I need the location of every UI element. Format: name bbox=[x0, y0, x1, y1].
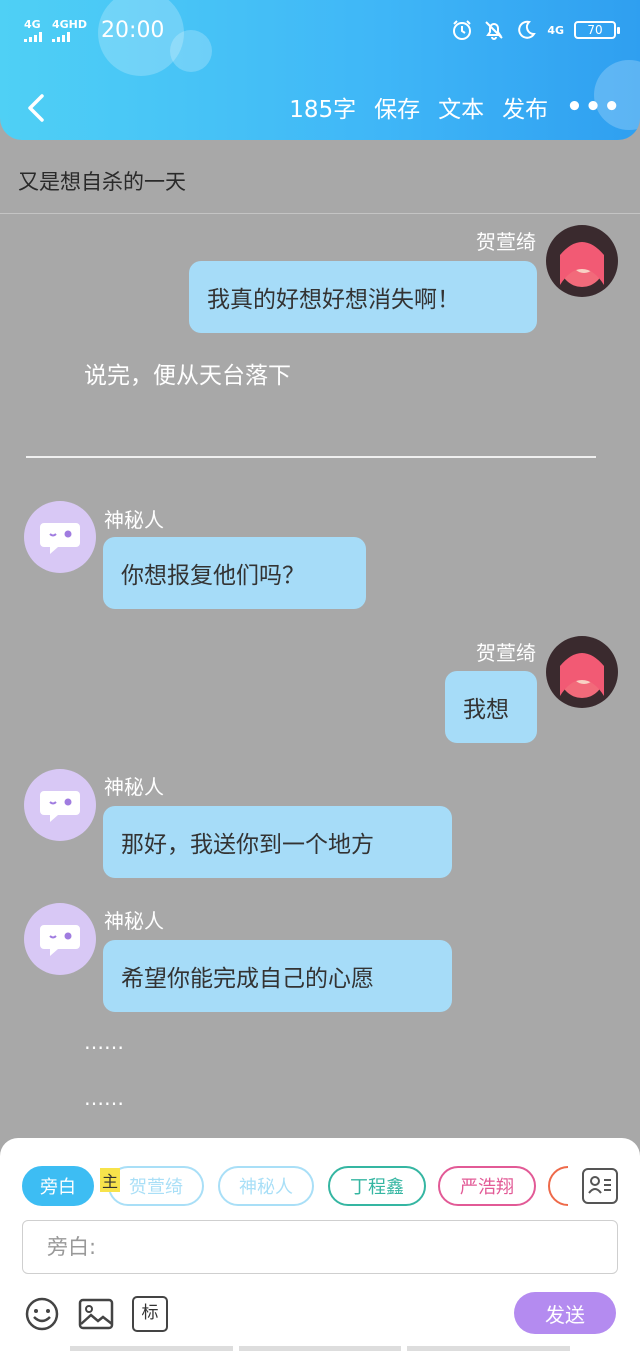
role-chip-more[interactable] bbox=[548, 1166, 568, 1206]
role-chip[interactable]: 严浩翔 bbox=[438, 1166, 536, 1206]
message-text: 你想报复他们吗？ bbox=[121, 563, 305, 589]
send-button[interactable]: 发送 bbox=[514, 1292, 616, 1334]
chat-bubble-icon bbox=[40, 925, 80, 956]
sender-name: 神秘人 bbox=[104, 775, 164, 799]
sender-name: 贺萱绮 bbox=[476, 230, 536, 254]
story-title-row[interactable]: 又是想自杀的一天 bbox=[0, 150, 640, 214]
message-bubble[interactable]: 那好，我送你到一个地方 bbox=[103, 806, 452, 878]
message-bubble[interactable]: 你想报复他们吗？ bbox=[103, 537, 366, 609]
nav-bar: 185字 保存 文本 发布 ••• bbox=[0, 86, 640, 130]
chat-bubble-icon bbox=[40, 523, 80, 554]
signal-icon: 4G bbox=[24, 19, 42, 42]
signal-hd-icon: 4GHD bbox=[52, 19, 87, 42]
divider bbox=[26, 456, 596, 458]
chat-bubble-icon bbox=[40, 791, 80, 822]
sender-name: 神秘人 bbox=[104, 909, 164, 933]
message-bubble[interactable]: 我想 bbox=[445, 671, 537, 743]
message-text: 那好，我送你到一个地方 bbox=[121, 832, 374, 858]
avatar[interactable] bbox=[24, 501, 96, 573]
narration-text: …… bbox=[84, 1030, 124, 1054]
keyboard-hint-bar bbox=[70, 1346, 571, 1351]
back-arrow-icon[interactable] bbox=[22, 92, 54, 124]
story-title: 又是想自杀的一天 bbox=[18, 170, 186, 194]
narration-text: …… bbox=[84, 1086, 124, 1110]
message-input[interactable]: 旁白: bbox=[22, 1220, 618, 1274]
more-icon[interactable]: ••• bbox=[566, 92, 622, 122]
avatar[interactable] bbox=[546, 225, 618, 297]
mute-bell-icon bbox=[485, 21, 504, 40]
message-bubble[interactable]: 希望你能完成自己的心愿 bbox=[103, 940, 452, 1012]
battery-icon: 70 bbox=[574, 21, 620, 39]
message-bubble[interactable]: 我真的好想好想消失啊！ bbox=[189, 261, 537, 333]
text-button[interactable]: 文本 bbox=[438, 90, 484, 124]
input-panel: 旁白 贺萱绮 神秘人 丁程鑫 严浩翔 主 旁白: 标 发送 bbox=[0, 1138, 640, 1351]
main-role-tag: 主 bbox=[100, 1168, 121, 1192]
avatar[interactable] bbox=[24, 903, 96, 975]
avatar[interactable] bbox=[24, 769, 96, 841]
message-text: 我真的好想好想消失啊！ bbox=[207, 287, 460, 313]
moon-icon bbox=[518, 20, 537, 39]
role-chip[interactable]: 旁白 bbox=[22, 1166, 94, 1206]
narration-text: 说完，便从天台落下 bbox=[84, 363, 291, 389]
save-button[interactable]: 保存 bbox=[374, 90, 420, 124]
avatar[interactable] bbox=[546, 636, 618, 708]
contact-card-icon[interactable] bbox=[582, 1168, 618, 1204]
publish-button[interactable]: 发布 bbox=[502, 90, 548, 124]
message-text: 我想 bbox=[463, 697, 509, 723]
network-icon: 4G bbox=[547, 23, 564, 37]
message-text: 希望你能完成自己的心愿 bbox=[121, 966, 374, 992]
word-count: 185字 bbox=[289, 97, 357, 123]
app-header: 4G 4GHD 20:00 4G 70 185字 保存 文本 发布 ••• bbox=[0, 0, 640, 140]
role-chip[interactable]: 神秘人 bbox=[218, 1166, 314, 1206]
image-icon[interactable] bbox=[78, 1296, 114, 1332]
role-chip[interactable]: 贺萱绮 bbox=[108, 1166, 204, 1206]
alarm-icon bbox=[453, 20, 472, 40]
status-time: 20:00 bbox=[101, 17, 165, 43]
sender-name: 贺萱绮 bbox=[476, 641, 536, 665]
role-chip[interactable]: 丁程鑫 bbox=[328, 1166, 426, 1206]
status-bar: 4G 4GHD 20:00 4G 70 bbox=[24, 14, 620, 46]
tag-tool-icon[interactable]: 标 bbox=[132, 1296, 168, 1332]
sender-name: 神秘人 bbox=[104, 508, 164, 532]
emoji-icon[interactable] bbox=[24, 1296, 60, 1332]
